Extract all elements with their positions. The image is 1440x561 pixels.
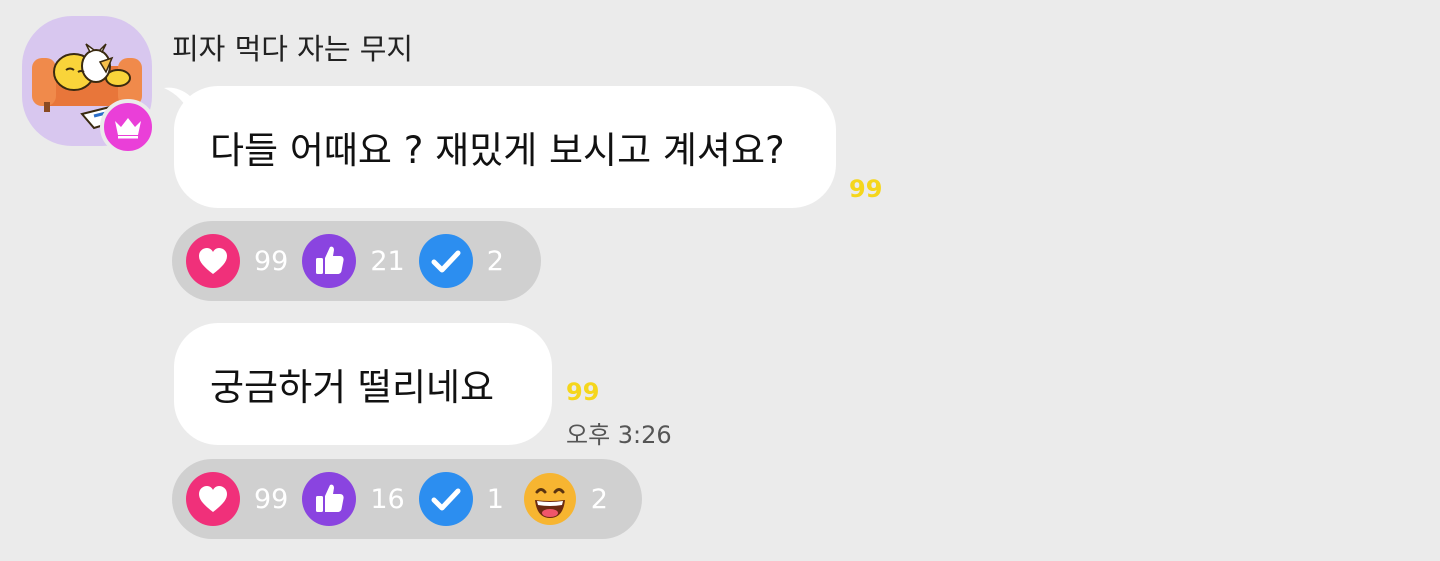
reaction-count: 2 [590,483,608,515]
reaction-bar: 99 21 2 [172,221,541,301]
reaction-check[interactable]: 1 [418,472,509,526]
message-bubble[interactable]: 궁금하거 떨리네요 [174,323,552,445]
thumbs-up-icon [302,234,357,288]
reaction-like[interactable]: 21 [302,234,405,288]
unread-count: 99 [849,175,883,203]
reaction-heart[interactable]: 99 [186,234,288,288]
check-icon [418,472,473,526]
crown-icon [115,118,141,139]
reaction-count: 16 [370,483,405,515]
reaction-check[interactable]: 2 [418,234,509,288]
message-text: 다들 어때요 ? 재밌게 보시고 계셔요? [210,129,785,172]
heart-icon [186,472,240,526]
reaction-count: 99 [254,483,289,515]
reaction-count: 99 [254,245,289,277]
reaction-laugh[interactable]: 2 [523,472,613,526]
message-text: 궁금하거 떨리네요 [210,366,495,409]
heart-icon [186,234,240,288]
reaction-heart[interactable]: 99 [186,472,288,526]
reaction-count: 21 [370,245,405,277]
reaction-count: 2 [486,245,504,277]
thumbs-up-icon [302,472,357,526]
sender-name: 피자 먹다 자는 무지 [172,32,414,66]
reaction-count: 1 [486,483,504,515]
unread-count: 99 [566,378,600,406]
crown-badge [100,99,156,155]
reaction-like[interactable]: 16 [302,472,405,526]
reaction-bar: 99 16 1 2 [172,459,642,539]
check-icon [418,234,473,288]
laughing-face-icon [523,473,576,525]
message-time: 오후 3:26 [566,421,672,449]
message-bubble[interactable]: 다들 어때요 ? 재밌게 보시고 계셔요? [174,86,836,208]
